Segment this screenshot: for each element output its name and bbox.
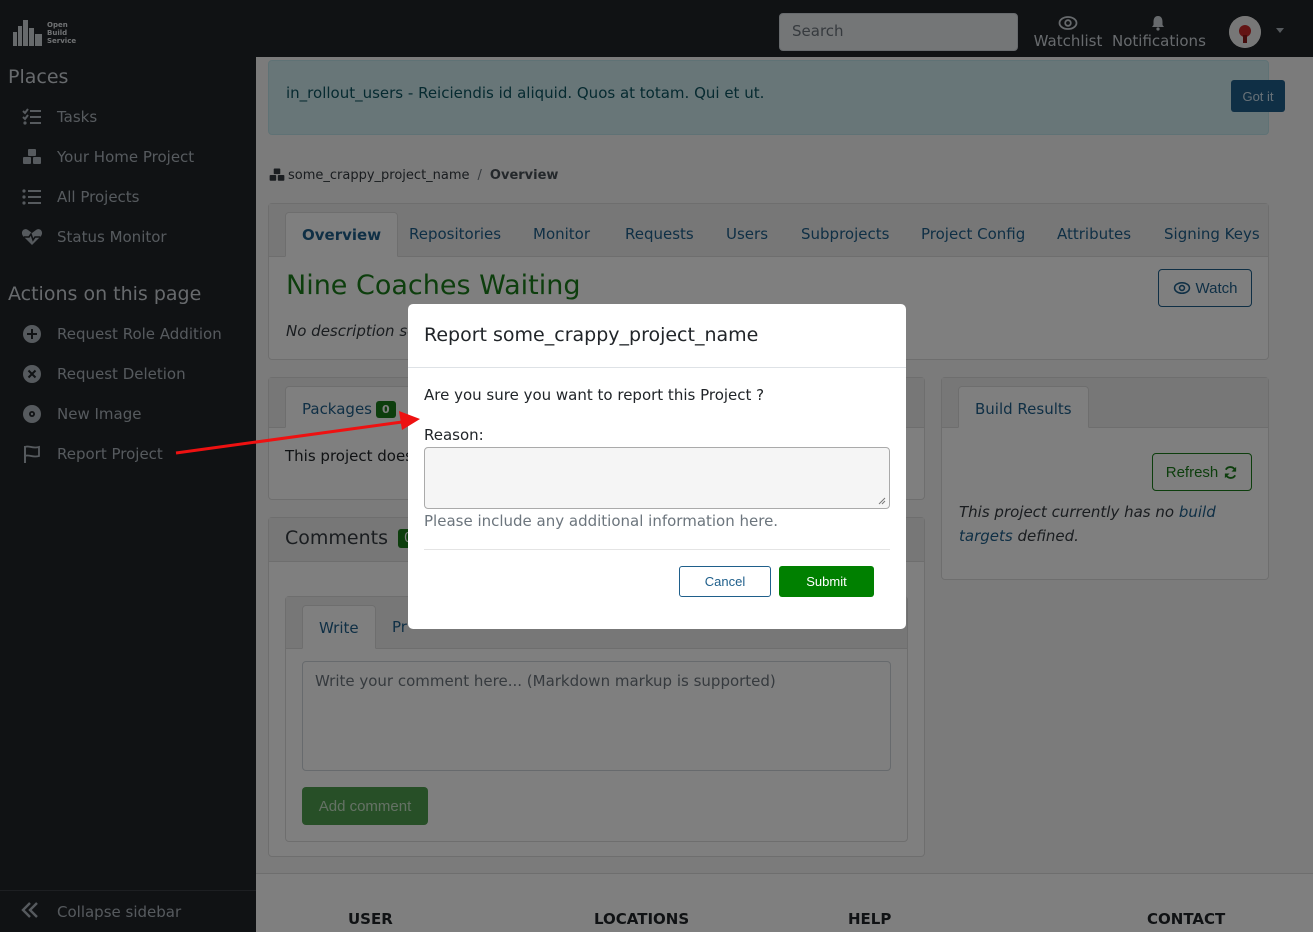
reason-label: Reason: [424,426,484,444]
submit-button[interactable]: Submit [779,566,874,597]
modal-footer-divider [424,549,890,550]
report-project-modal: Report some_crappy_project_name Are you … [408,304,906,629]
modal-divider [408,367,906,368]
reason-help-text: Please include any additional informatio… [424,512,779,530]
resize-handle-icon[interactable] [878,497,886,505]
modal-question: Are you sure you want to report this Pro… [424,386,765,404]
modal-title: Report some_crappy_project_name [424,324,759,346]
cancel-button[interactable]: Cancel [679,566,771,597]
reason-textarea[interactable] [424,447,890,509]
